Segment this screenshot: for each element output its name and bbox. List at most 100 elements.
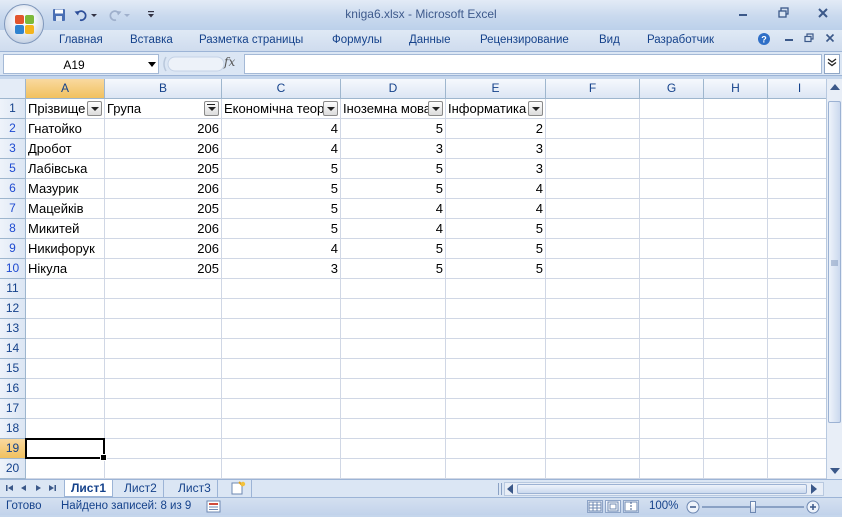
cell-e15[interactable] — [446, 359, 546, 379]
cell-d13[interactable] — [341, 319, 446, 339]
tab-review[interactable]: Рецензирование — [480, 34, 569, 46]
cell-e18[interactable] — [446, 419, 546, 439]
cell-b19[interactable] — [105, 439, 222, 459]
office-button[interactable] — [4, 4, 44, 44]
cell-c5[interactable]: 5 — [222, 159, 341, 179]
cell-e2[interactable]: 2 — [446, 119, 546, 139]
row-header-12[interactable]: 12 — [0, 299, 26, 319]
cell-e9[interactable]: 5 — [446, 239, 546, 259]
cell-g9[interactable] — [640, 239, 704, 259]
cell-e3[interactable]: 3 — [446, 139, 546, 159]
normal-view-icon[interactable] — [587, 500, 603, 513]
tab-data[interactable]: Данные — [409, 34, 451, 46]
cell-h13[interactable] — [704, 319, 768, 339]
cell-g12[interactable] — [640, 299, 704, 319]
cell-a2[interactable]: Гнатойко — [26, 119, 105, 139]
cell-e13[interactable] — [446, 319, 546, 339]
cell-c11[interactable] — [222, 279, 341, 299]
cell-c9[interactable]: 4 — [222, 239, 341, 259]
cell-h5[interactable] — [704, 159, 768, 179]
row-header-13[interactable]: 13 — [0, 319, 26, 339]
cell-a14[interactable] — [26, 339, 105, 359]
cell-d18[interactable] — [341, 419, 446, 439]
zoom-level[interactable]: 100% — [649, 500, 678, 512]
cell-d6[interactable]: 5 — [341, 179, 446, 199]
cell-g10[interactable] — [640, 259, 704, 279]
cell-e20[interactable] — [446, 459, 546, 479]
cell-i9[interactable] — [768, 239, 826, 259]
cell-a7[interactable]: Мацейків — [26, 199, 105, 219]
cell-a8[interactable]: Микитей — [26, 219, 105, 239]
cell-f5[interactable] — [546, 159, 640, 179]
page-break-view-icon[interactable] — [623, 500, 639, 513]
cell-f2[interactable] — [546, 119, 640, 139]
header-cell-b[interactable]: Група — [105, 99, 222, 119]
cell-g3[interactable] — [640, 139, 704, 159]
cell-f8[interactable] — [546, 219, 640, 239]
cell-b20[interactable] — [105, 459, 222, 479]
cell-f19[interactable] — [546, 439, 640, 459]
cell-d20[interactable] — [341, 459, 446, 479]
cell-d2[interactable]: 5 — [341, 119, 446, 139]
cell-c7[interactable]: 5 — [222, 199, 341, 219]
tab-split-handle[interactable] — [498, 483, 502, 495]
cell-d9[interactable]: 5 — [341, 239, 446, 259]
cell-b8[interactable]: 206 — [105, 219, 222, 239]
header-cell-f[interactable] — [546, 99, 640, 119]
header-cell-i[interactable] — [768, 99, 826, 119]
cell-h7[interactable] — [704, 199, 768, 219]
cell-c19[interactable] — [222, 439, 341, 459]
cell-f7[interactable] — [546, 199, 640, 219]
row-header-7[interactable]: 7 — [0, 199, 26, 219]
cell-b5[interactable]: 205 — [105, 159, 222, 179]
tab-home[interactable]: Главная — [59, 34, 103, 46]
zoom-out-icon[interactable] — [686, 500, 700, 514]
scroll-right-icon[interactable] — [811, 484, 817, 494]
cell-f3[interactable] — [546, 139, 640, 159]
row-header-17[interactable]: 17 — [0, 399, 26, 419]
row-header-10[interactable]: 10 — [0, 259, 26, 279]
workbook-restore-icon[interactable] — [801, 32, 817, 48]
cell-i11[interactable] — [768, 279, 826, 299]
cell-e10[interactable]: 5 — [446, 259, 546, 279]
cell-d11[interactable] — [341, 279, 446, 299]
cell-b9[interactable]: 206 — [105, 239, 222, 259]
cell-d8[interactable]: 4 — [341, 219, 446, 239]
cell-e5[interactable]: 3 — [446, 159, 546, 179]
cell-f18[interactable] — [546, 419, 640, 439]
cell-c15[interactable] — [222, 359, 341, 379]
row-header-9[interactable]: 9 — [0, 239, 26, 259]
cell-g17[interactable] — [640, 399, 704, 419]
cell-i13[interactable] — [768, 319, 826, 339]
cell-a9[interactable]: Никифорук — [26, 239, 105, 259]
cell-d12[interactable] — [341, 299, 446, 319]
page-layout-view-icon[interactable] — [605, 500, 621, 513]
cell-e8[interactable]: 5 — [446, 219, 546, 239]
cell-a12[interactable] — [26, 299, 105, 319]
cell-b3[interactable]: 206 — [105, 139, 222, 159]
cell-g5[interactable] — [640, 159, 704, 179]
row-header-16[interactable]: 16 — [0, 379, 26, 399]
cell-c8[interactable]: 5 — [222, 219, 341, 239]
column-header-a[interactable]: A — [26, 79, 105, 99]
header-cell-d[interactable]: Іноземна мова — [341, 99, 446, 119]
tab-insert[interactable]: Вставка — [130, 34, 173, 46]
cell-c20[interactable] — [222, 459, 341, 479]
select-all-corner[interactable] — [0, 79, 26, 99]
header-cell-a[interactable]: Прізвище — [26, 99, 105, 119]
cell-a6[interactable]: Мазурик — [26, 179, 105, 199]
expand-formula-bar-icon[interactable] — [824, 54, 840, 74]
cell-c3[interactable]: 4 — [222, 139, 341, 159]
cell-b6[interactable]: 206 — [105, 179, 222, 199]
sheet-tab-2[interactable]: Лист2 — [118, 480, 164, 497]
cell-c12[interactable] — [222, 299, 341, 319]
next-sheet-icon[interactable] — [32, 483, 44, 495]
cell-i20[interactable] — [768, 459, 826, 479]
cell-d10[interactable]: 5 — [341, 259, 446, 279]
minimize-icon[interactable] — [730, 4, 756, 24]
cell-a10[interactable]: Нікула — [26, 259, 105, 279]
cell-g15[interactable] — [640, 359, 704, 379]
cell-f16[interactable] — [546, 379, 640, 399]
cell-f20[interactable] — [546, 459, 640, 479]
name-box[interactable]: A19 — [3, 54, 159, 74]
